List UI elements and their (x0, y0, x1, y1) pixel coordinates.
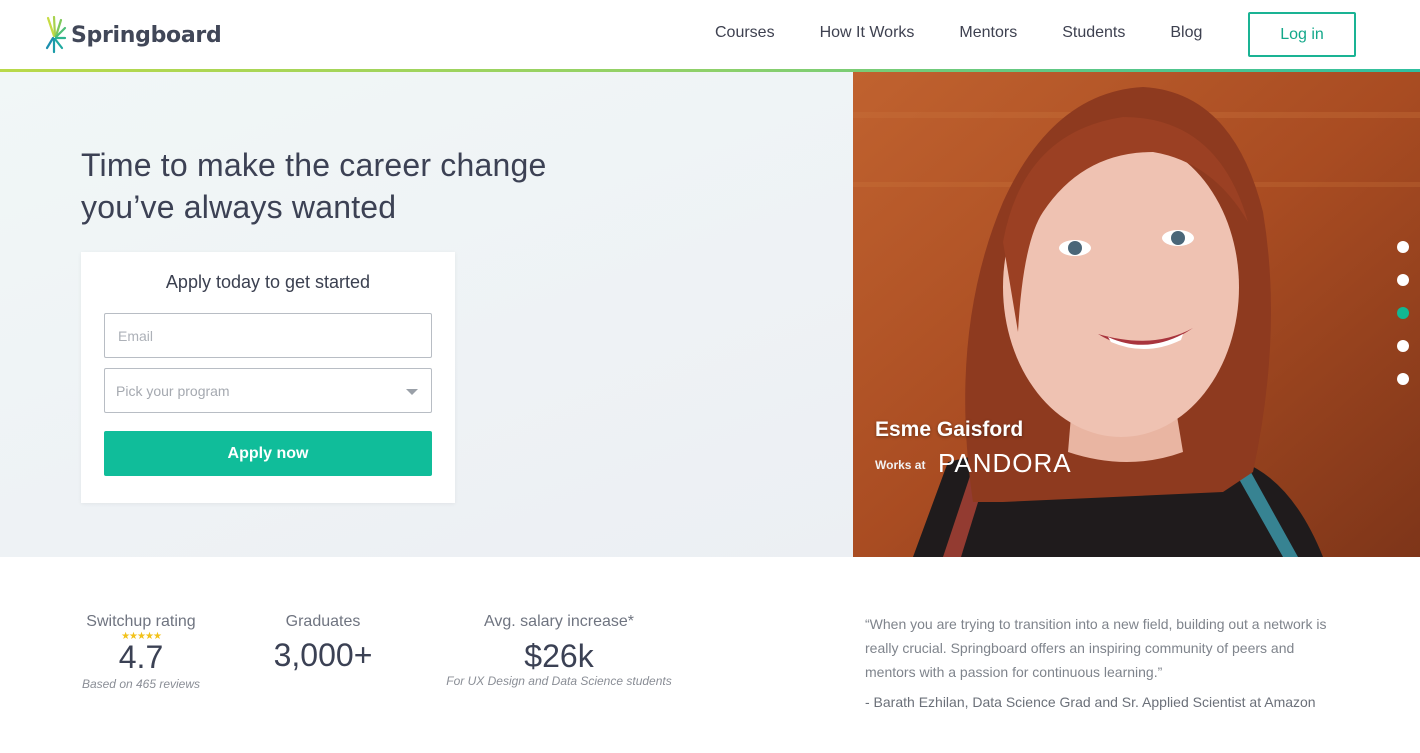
chevron-down-icon (406, 389, 418, 395)
stat-switchup-label: Switchup rating (86, 613, 196, 630)
stat-salary: Avg. salary increase* $26k For UX Design… (440, 613, 678, 688)
springboard-logo[interactable]: Springboard (45, 16, 222, 54)
carousel-dot-1[interactable] (1397, 241, 1409, 253)
stat-salary-value: $26k (524, 638, 594, 674)
hero-headline: Time to make the career change you’ve al… (81, 147, 547, 225)
top-navbar: Springboard Courses How It Works Mentors… (0, 0, 1420, 69)
stat-graduates-value: 3,000+ (273, 637, 373, 673)
springboard-logo-icon (45, 16, 67, 54)
email-input[interactable] (104, 313, 432, 358)
program-select-placeholder: Pick your program (116, 382, 230, 399)
nav-link-blog[interactable]: Blog (1170, 24, 1202, 42)
stat-graduates: Graduates 3,000+ (263, 613, 383, 674)
mentor-name: Esme Gaisford (875, 418, 1024, 441)
mentor-portrait-illustration (853, 72, 1420, 557)
nav-link-courses[interactable]: Courses (715, 24, 775, 42)
stat-salary-note: For UX Design and Data Science students (446, 674, 672, 688)
stat-graduates-label: Graduates (285, 613, 361, 630)
carousel-dot-4[interactable] (1397, 340, 1409, 352)
testimonial-author: - Barath Ezhilan, Data Science Grad and … (865, 694, 1316, 710)
apply-now-button[interactable]: Apply now (104, 431, 432, 476)
stat-switchup-value: 4.7 (118, 639, 164, 675)
carousel-dots (1397, 241, 1409, 385)
mentor-photo (853, 72, 1420, 557)
apply-form-title: Apply today to get started (165, 272, 371, 292)
login-button[interactable]: Log in (1248, 12, 1356, 57)
testimonial-quote: “When you are trying to transition into … (865, 616, 1327, 680)
carousel-dot-2[interactable] (1397, 274, 1409, 286)
nav-link-mentors[interactable]: Mentors (959, 24, 1017, 42)
stat-switchup: Switchup rating ★★★★★ 4.7 Based on 465 r… (81, 613, 201, 691)
nav-link-how-it-works[interactable]: How It Works (820, 24, 915, 42)
mentor-company-logo: PANDORA (938, 448, 1072, 478)
brand-name: Springboard (71, 22, 222, 48)
program-select[interactable]: Pick your program (104, 368, 432, 413)
carousel-dot-5[interactable] (1397, 373, 1409, 385)
stat-salary-label: Avg. salary increase* (484, 613, 634, 630)
nav-link-students[interactable]: Students (1062, 24, 1125, 42)
carousel-dot-3[interactable] (1397, 307, 1409, 319)
stat-switchup-note: Based on 465 reviews (81, 677, 201, 691)
nav-links: Courses How It Works Mentors Students Bl… (715, 24, 1247, 42)
mentor-works-at: Works at (875, 458, 926, 472)
